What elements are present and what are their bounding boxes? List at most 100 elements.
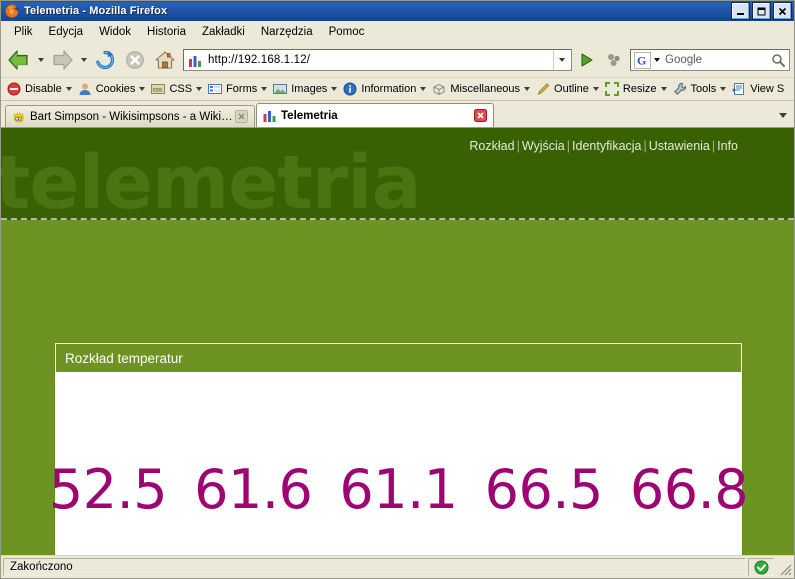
- navigation-toolbar: http://192.168.1.12/ G Google: [1, 43, 794, 78]
- temperature-value: 66.8: [629, 458, 749, 521]
- devbar-css[interactable]: css CSS: [148, 79, 205, 99]
- panel-body: 52.5 61.6 61.1 66.5 66.8: [49, 373, 749, 555]
- devbar-cookies[interactable]: Cookies: [75, 79, 149, 99]
- menu-edycja[interactable]: Edycja: [42, 23, 91, 41]
- url-dropdown-caret[interactable]: [553, 50, 569, 70]
- bart-simpson-icon: [12, 110, 26, 124]
- temperature-value: 61.6: [194, 458, 313, 521]
- status-indicator[interactable]: [748, 558, 774, 576]
- google-logo-icon: G: [634, 51, 651, 69]
- css-icon: css: [151, 82, 166, 97]
- window-controls: [731, 2, 792, 20]
- tab-close-icon[interactable]: [473, 108, 488, 123]
- search-input[interactable]: Google: [662, 54, 768, 66]
- url-bar[interactable]: http://192.168.1.12/: [183, 49, 572, 71]
- outline-icon: [536, 82, 551, 97]
- devbar-label: Information: [361, 83, 417, 95]
- chevron-down-icon: [331, 87, 338, 91]
- tab-bar: Bart Simpson - Wikisimpsons - a Wikia ..…: [1, 101, 794, 127]
- status-bar: Zakończono: [1, 555, 794, 578]
- firefox-icon: [4, 3, 20, 19]
- devbar-label: Images: [291, 83, 328, 95]
- url-text[interactable]: http://192.168.1.12/: [208, 54, 553, 66]
- chevron-down-icon: [65, 87, 72, 91]
- back-history-caret[interactable]: [35, 48, 46, 72]
- menu-zakladki[interactable]: Zakładki: [195, 23, 252, 41]
- devbar-disable[interactable]: Disable: [4, 79, 75, 99]
- menu-narzedzia[interactable]: Narzędzia: [254, 23, 320, 41]
- site-nav: Rozkład | Wyjścia | Identyfikacja | Ustawienia…: [469, 139, 738, 153]
- site-nav-wyjscia[interactable]: Wyjścia: [522, 139, 565, 153]
- site-nav-rozklad[interactable]: Rozkład: [469, 139, 514, 153]
- devbar-images[interactable]: Images: [270, 79, 340, 99]
- menu-pomoc[interactable]: Pomoc: [322, 23, 372, 41]
- chevron-down-icon: [720, 87, 727, 91]
- chevron-down-icon: [139, 87, 146, 91]
- maximize-button[interactable]: [752, 2, 771, 20]
- miscellaneous-icon: [432, 82, 447, 97]
- close-button[interactable]: [773, 2, 792, 20]
- images-icon: [273, 82, 288, 97]
- site-nav-info[interactable]: Info: [717, 139, 738, 153]
- search-engine-caret[interactable]: [651, 50, 662, 70]
- search-box[interactable]: G Google: [630, 49, 790, 71]
- tab-list-caret[interactable]: [774, 105, 792, 125]
- page-watermark: telemetria: [1, 140, 422, 226]
- title-bar: Telemetria - Mozilla Firefox: [1, 1, 794, 21]
- tab-bart-simpson[interactable]: Bart Simpson - Wikisimpsons - a Wikia ..…: [5, 105, 255, 127]
- tab-telemetria[interactable]: Telemetria: [256, 103, 494, 127]
- page-content: telemetria Rozkład | Wyjścia | Identyfikacja…: [1, 127, 794, 555]
- devbar-label: View S: [750, 83, 785, 95]
- forward-button: [48, 47, 76, 73]
- resize-grip[interactable]: [776, 558, 792, 576]
- disable-icon: [7, 82, 22, 97]
- devbar-label: Resize: [622, 83, 657, 95]
- view-source-icon: [732, 82, 747, 97]
- temperature-panel: Rozkład temperatur 52.5 61.6 61.1 66.5 6…: [49, 343, 749, 555]
- forward-history-caret[interactable]: [78, 48, 89, 72]
- chevron-down-icon: [524, 87, 531, 91]
- devbar-label: Tools: [690, 83, 717, 95]
- status-text: Zakończono: [3, 558, 746, 576]
- go-button[interactable]: [576, 48, 598, 72]
- nav-separator: |: [516, 139, 520, 153]
- svg-text:css: css: [153, 87, 162, 93]
- devbar-outline[interactable]: Outline: [533, 79, 602, 99]
- home-button[interactable]: [151, 47, 179, 73]
- feed-icon[interactable]: [600, 47, 628, 73]
- tab-label: Bart Simpson - Wikisimpsons - a Wikia ..…: [30, 110, 234, 123]
- temperature-value: 52.5: [48, 458, 168, 521]
- nav-separator: |: [643, 139, 647, 153]
- temperature-value: 66.5: [484, 458, 604, 521]
- window-title: Telemetria - Mozilla Firefox: [24, 5, 168, 17]
- tab-close-icon[interactable]: [234, 109, 249, 124]
- devbar-information[interactable]: Information: [340, 79, 429, 99]
- chevron-down-icon: [660, 87, 667, 91]
- back-button[interactable]: [5, 47, 33, 73]
- devbar-tools[interactable]: Tools: [670, 79, 730, 99]
- devbar-label: Forms: [226, 83, 258, 95]
- devbar-resize[interactable]: Resize: [602, 79, 670, 99]
- menu-widok[interactable]: Widok: [92, 23, 138, 41]
- search-icon[interactable]: [768, 50, 788, 70]
- site-nav-ustawienia[interactable]: Ustawienia: [649, 139, 710, 153]
- forms-icon: [208, 82, 223, 97]
- chevron-down-icon: [261, 87, 268, 91]
- chevron-down-icon: [420, 87, 427, 91]
- devbar-label: CSS: [169, 83, 193, 95]
- devbar-view-source[interactable]: View S: [729, 79, 787, 99]
- site-nav-identyfikacja[interactable]: Identyfikacja: [572, 139, 641, 153]
- cookies-icon: [78, 82, 93, 97]
- nav-separator: |: [566, 139, 571, 153]
- resize-icon: [604, 81, 620, 97]
- menu-plik[interactable]: Plik: [7, 23, 40, 41]
- tab-label: Telemetria: [281, 109, 338, 122]
- devbar-label: Disable: [25, 83, 62, 95]
- temperature-list: 52.5 61.6 61.1 66.5 66.8: [48, 458, 749, 523]
- devbar-miscellaneous[interactable]: Miscellaneous: [429, 79, 533, 99]
- devbar-forms[interactable]: Forms: [205, 79, 270, 99]
- menu-bar: Plik Edycja Widok Historia Zakładki Narz…: [1, 21, 794, 43]
- reload-button[interactable]: [91, 47, 119, 73]
- menu-historia[interactable]: Historia: [140, 23, 193, 41]
- minimize-button[interactable]: [731, 2, 750, 20]
